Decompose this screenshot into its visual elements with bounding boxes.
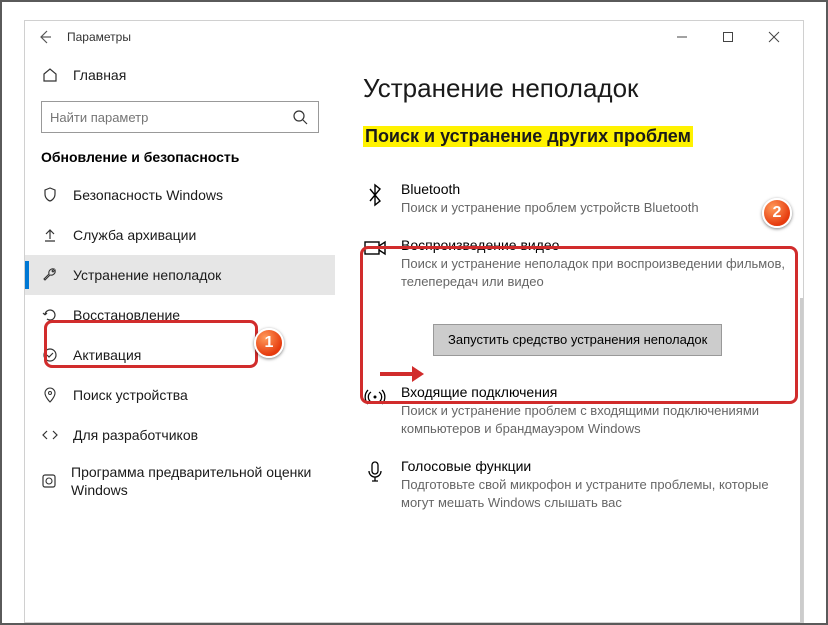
- sidebar-item-insider[interactable]: Программа предварительной оценки Windows: [25, 455, 335, 507]
- close-icon: [768, 31, 780, 43]
- search-wrap: [25, 93, 335, 149]
- settings-window: Параметры Главная Обновлени: [24, 20, 804, 623]
- sidebar-item-recovery[interactable]: Восстановление: [25, 295, 335, 335]
- section-subtitle: Поиск и устранение других проблем: [363, 126, 693, 147]
- search-box[interactable]: [41, 101, 319, 133]
- run-troubleshooter-button[interactable]: Запустить средство устранения неполадок: [433, 324, 722, 356]
- sidebar-item-developers[interactable]: Для разработчиков: [25, 415, 335, 455]
- window-title: Параметры: [67, 30, 131, 44]
- item-title: Голосовые функции: [401, 458, 791, 474]
- sidebar-item-backup[interactable]: Служба архивации: [25, 215, 335, 255]
- antenna-icon: [364, 386, 386, 408]
- sidebar-item-activation[interactable]: Активация: [25, 335, 335, 375]
- sidebar-item-security[interactable]: Безопасность Windows: [25, 175, 335, 215]
- home-link[interactable]: Главная: [25, 57, 335, 93]
- annotation-badge-2: 2: [762, 198, 792, 228]
- annotation-arrow-icon: [378, 364, 428, 384]
- item-title: Bluetooth: [401, 181, 791, 197]
- troubleshoot-item-voice[interactable]: Голосовые функции Подготовьте свой микро…: [363, 452, 795, 526]
- sidebar-item-label: Программа предварительной оценки Windows: [71, 463, 319, 499]
- sidebar-item-label: Восстановление: [73, 307, 180, 323]
- code-icon: [42, 427, 58, 443]
- minimize-icon: [676, 31, 688, 43]
- upload-icon: [42, 227, 58, 243]
- sidebar-section-header: Обновление и безопасность: [25, 149, 335, 175]
- annotation-badge-1: 1: [254, 328, 284, 358]
- video-icon: [364, 239, 386, 257]
- troubleshoot-item-video[interactable]: Воспроизведение видео Поиск и устранение…: [363, 231, 795, 305]
- troubleshoot-item-incoming[interactable]: Входящие подключения Поиск и устранение …: [363, 378, 795, 452]
- bluetooth-icon: [365, 183, 385, 207]
- sidebar-item-label: Безопасность Windows: [73, 187, 223, 203]
- frame: Параметры Главная Обновлени: [0, 0, 828, 625]
- item-desc: Подготовьте свой микрофон и устраните пр…: [401, 476, 791, 512]
- nav-list: Безопасность Windows Служба архивации Ус…: [25, 175, 335, 507]
- microphone-icon: [365, 460, 385, 484]
- check-circle-icon: [42, 347, 58, 363]
- sidebar-item-label: Служба архивации: [73, 227, 196, 243]
- titlebar: Параметры: [25, 21, 803, 53]
- window-body: Главная Обновление и безопасность Безопа…: [25, 53, 803, 622]
- item-title: Входящие подключения: [401, 384, 791, 400]
- item-desc: Поиск и устранение неполадок при воспрои…: [401, 255, 791, 291]
- shield-icon: [42, 187, 58, 203]
- arrow-left-icon: [37, 29, 53, 45]
- content-pane: Устранение неполадок Поиск и устранение …: [335, 53, 803, 622]
- back-button[interactable]: [31, 23, 59, 51]
- page-title: Устранение неполадок: [363, 73, 795, 104]
- maximize-button[interactable]: [705, 21, 751, 53]
- search-icon: [292, 109, 308, 125]
- location-icon: [42, 387, 58, 403]
- item-title: Воспроизведение видео: [401, 237, 791, 253]
- item-desc: Поиск и устранение проблем с входящими п…: [401, 402, 791, 438]
- recovery-icon: [42, 307, 58, 323]
- home-label: Главная: [73, 67, 126, 83]
- scrollbar[interactable]: [800, 298, 803, 622]
- troubleshoot-item-bluetooth[interactable]: Bluetooth Поиск и устранение проблем уст…: [363, 175, 795, 231]
- sidebar-item-label: Устранение неполадок: [73, 267, 221, 283]
- sidebar-item-troubleshoot[interactable]: Устранение неполадок: [25, 255, 335, 295]
- window-controls: [659, 21, 797, 53]
- search-input[interactable]: [50, 110, 292, 125]
- wrench-icon: [42, 267, 58, 283]
- sidebar-item-label: Поиск устройства: [73, 387, 188, 403]
- sidebar-item-find-device[interactable]: Поиск устройства: [25, 375, 335, 415]
- home-icon: [42, 67, 58, 83]
- sidebar-item-label: Активация: [73, 347, 141, 363]
- item-desc: Поиск и устранение проблем устройств Blu…: [401, 199, 791, 217]
- minimize-button[interactable]: [659, 21, 705, 53]
- insider-icon: [41, 473, 57, 489]
- maximize-icon: [722, 31, 734, 43]
- close-button[interactable]: [751, 21, 797, 53]
- sidebar-item-label: Для разработчиков: [73, 427, 198, 443]
- sidebar: Главная Обновление и безопасность Безопа…: [25, 53, 335, 622]
